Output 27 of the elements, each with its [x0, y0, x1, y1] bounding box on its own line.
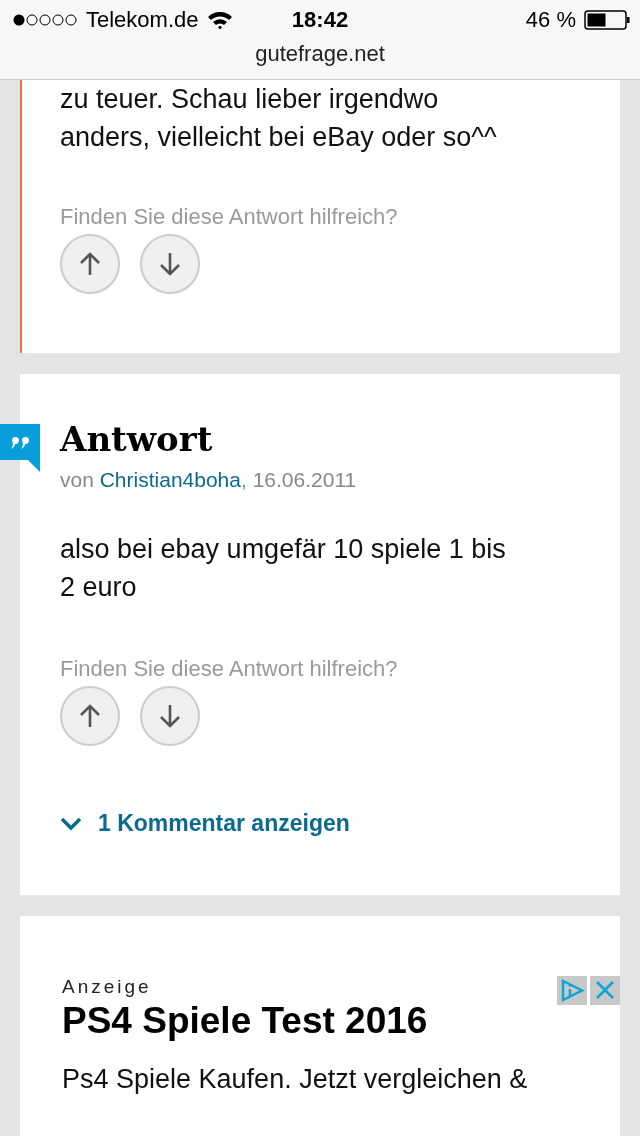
battery-icon [584, 10, 630, 30]
upvote-button[interactable] [60, 234, 120, 294]
author-link[interactable]: Christian4boha [99, 468, 241, 491]
chevron-down-icon [60, 816, 82, 831]
ad-title[interactable]: PS4 Spiele Test 2016 [62, 1000, 428, 1042]
battery-percent: 46 % [525, 7, 576, 33]
answer-text: also bei ebay umgefär 10 spiele 1 bis 2 euro [60, 533, 507, 604]
ad-label: Anzeige [62, 976, 152, 998]
wifi-icon [206, 10, 233, 30]
answer-text: zu teuer. Schau lieber irgendwo anders, vielleicht bei eBay oder so^^ [60, 83, 498, 154]
downvote-button[interactable] [140, 686, 200, 746]
arrow-down-icon [158, 703, 182, 729]
arrow-up-icon [78, 251, 102, 277]
show-comments-link[interactable]: 1 Kommentar anzeigen [60, 810, 350, 837]
arrow-up-icon [78, 703, 102, 729]
ad-text: Ps4 Spiele Kaufen. Jetzt vergleichen & [62, 1063, 529, 1096]
url-text[interactable]: gutefrage.net [255, 40, 385, 68]
upvote-button[interactable] [60, 686, 120, 746]
answer-title: Antwort [60, 418, 213, 461]
arrow-down-icon [158, 251, 182, 277]
downvote-button[interactable] [140, 234, 200, 294]
answer-meta: von Christian4boha, 16.06.2011 [60, 468, 357, 492]
signal-icon [12, 13, 78, 27]
helpful-prompt: Finden Sie diese Antwort hilfreich? [60, 656, 398, 682]
helpful-prompt: Finden Sie diese Antwort hilfreich? [60, 204, 398, 230]
carrier-name: Telekom.de [86, 7, 199, 33]
clock: 18:42 [291, 7, 349, 33]
